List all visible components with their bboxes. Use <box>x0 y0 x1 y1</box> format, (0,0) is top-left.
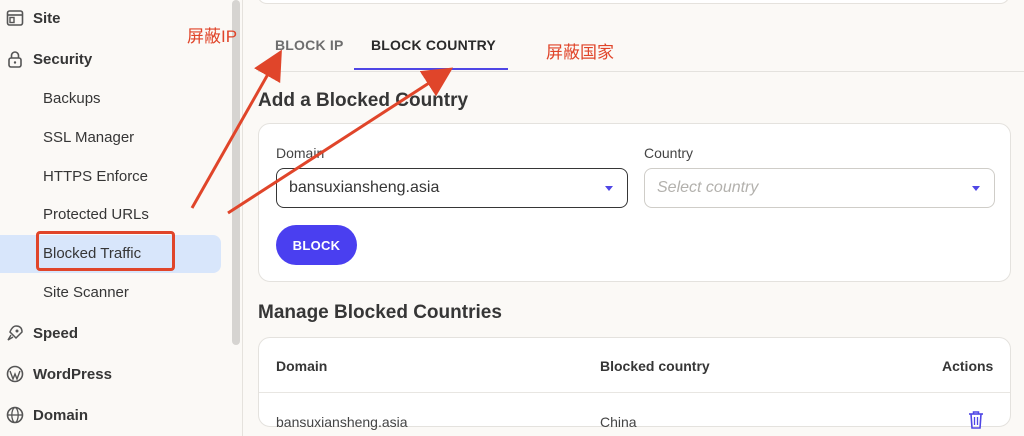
tab-block-country[interactable]: BLOCK COUNTRY <box>371 37 496 53</box>
domain-label: Domain <box>276 145 325 161</box>
manage-section-title: Manage Blocked Countries <box>258 302 502 323</box>
sidebar-section-label: Security <box>33 50 93 68</box>
sidebar-item-https-enforce[interactable]: HTTPS Enforce <box>43 165 148 189</box>
manage-blocked-countries-table: Domain Blocked country Actions bansuxian… <box>258 337 1011 430</box>
table-cell-country: China <box>600 414 637 430</box>
add-section-title: Add a Blocked Country <box>258 90 469 111</box>
sidebar-section-wordpress[interactable]: WordPress <box>0 358 230 390</box>
add-blocked-country-card: Domain Country bansuxiansheng.asia Selec… <box>258 123 1011 282</box>
sidebar-section-label: Site <box>33 9 61 27</box>
block-button[interactable]: BLOCK <box>276 225 357 265</box>
sidebar-item-site-scanner[interactable]: Site Scanner <box>43 281 129 305</box>
sidebar-item-backups[interactable]: Backups <box>43 87 101 111</box>
globe-icon <box>6 406 24 424</box>
trash-icon[interactable] <box>967 409 985 431</box>
chevron-down-icon <box>972 186 980 191</box>
annotation-highlight-box <box>36 231 175 271</box>
domain-select-value: bansuxiansheng.asia <box>289 179 440 196</box>
lock-icon <box>8 51 22 68</box>
sidebar-section-security[interactable]: Security <box>0 43 230 75</box>
table-cell-domain: bansuxiansheng.asia <box>276 414 408 430</box>
country-select[interactable]: Select country <box>644 168 995 208</box>
previous-card-edge <box>257 0 1010 4</box>
sidebar-section-label: WordPress <box>33 365 112 383</box>
rocket-icon <box>7 325 23 341</box>
sidebar-section-label: Domain <box>33 406 89 424</box>
sidebar: Site Security Backups SSL Manager HTTPS … <box>0 0 243 436</box>
column-header-blocked-country: Blocked country <box>600 358 710 374</box>
sidebar-item-protected-urls[interactable]: Protected URLs <box>43 203 149 227</box>
annotation-block-country: 屏蔽国家 <box>546 43 614 62</box>
sidebar-scrollbar[interactable] <box>232 0 240 345</box>
country-select-placeholder: Select country <box>657 179 759 196</box>
column-header-actions: Actions <box>942 358 994 374</box>
sidebar-section-speed[interactable]: Speed <box>0 317 230 349</box>
sidebar-section-label: Speed <box>33 324 79 342</box>
main-content: BLOCK IP BLOCK COUNTRY Add a Blocked Cou… <box>243 0 1024 436</box>
active-tab-indicator <box>354 68 508 70</box>
sidebar-section-domain[interactable]: Domain <box>0 399 230 431</box>
column-header-domain: Domain <box>276 358 328 374</box>
chevron-down-icon <box>605 186 613 191</box>
tab-block-ip[interactable]: BLOCK IP <box>275 37 344 53</box>
annotation-block-ip: 屏蔽IP <box>187 27 238 46</box>
wordpress-icon <box>6 365 24 383</box>
table-divider <box>259 392 1010 393</box>
sidebar-item-ssl-manager[interactable]: SSL Manager <box>43 126 134 150</box>
domain-select[interactable]: bansuxiansheng.asia <box>276 168 628 208</box>
country-label: Country <box>644 145 694 161</box>
tab-bar: BLOCK IP BLOCK COUNTRY <box>258 32 1024 72</box>
site-icon <box>6 10 24 26</box>
